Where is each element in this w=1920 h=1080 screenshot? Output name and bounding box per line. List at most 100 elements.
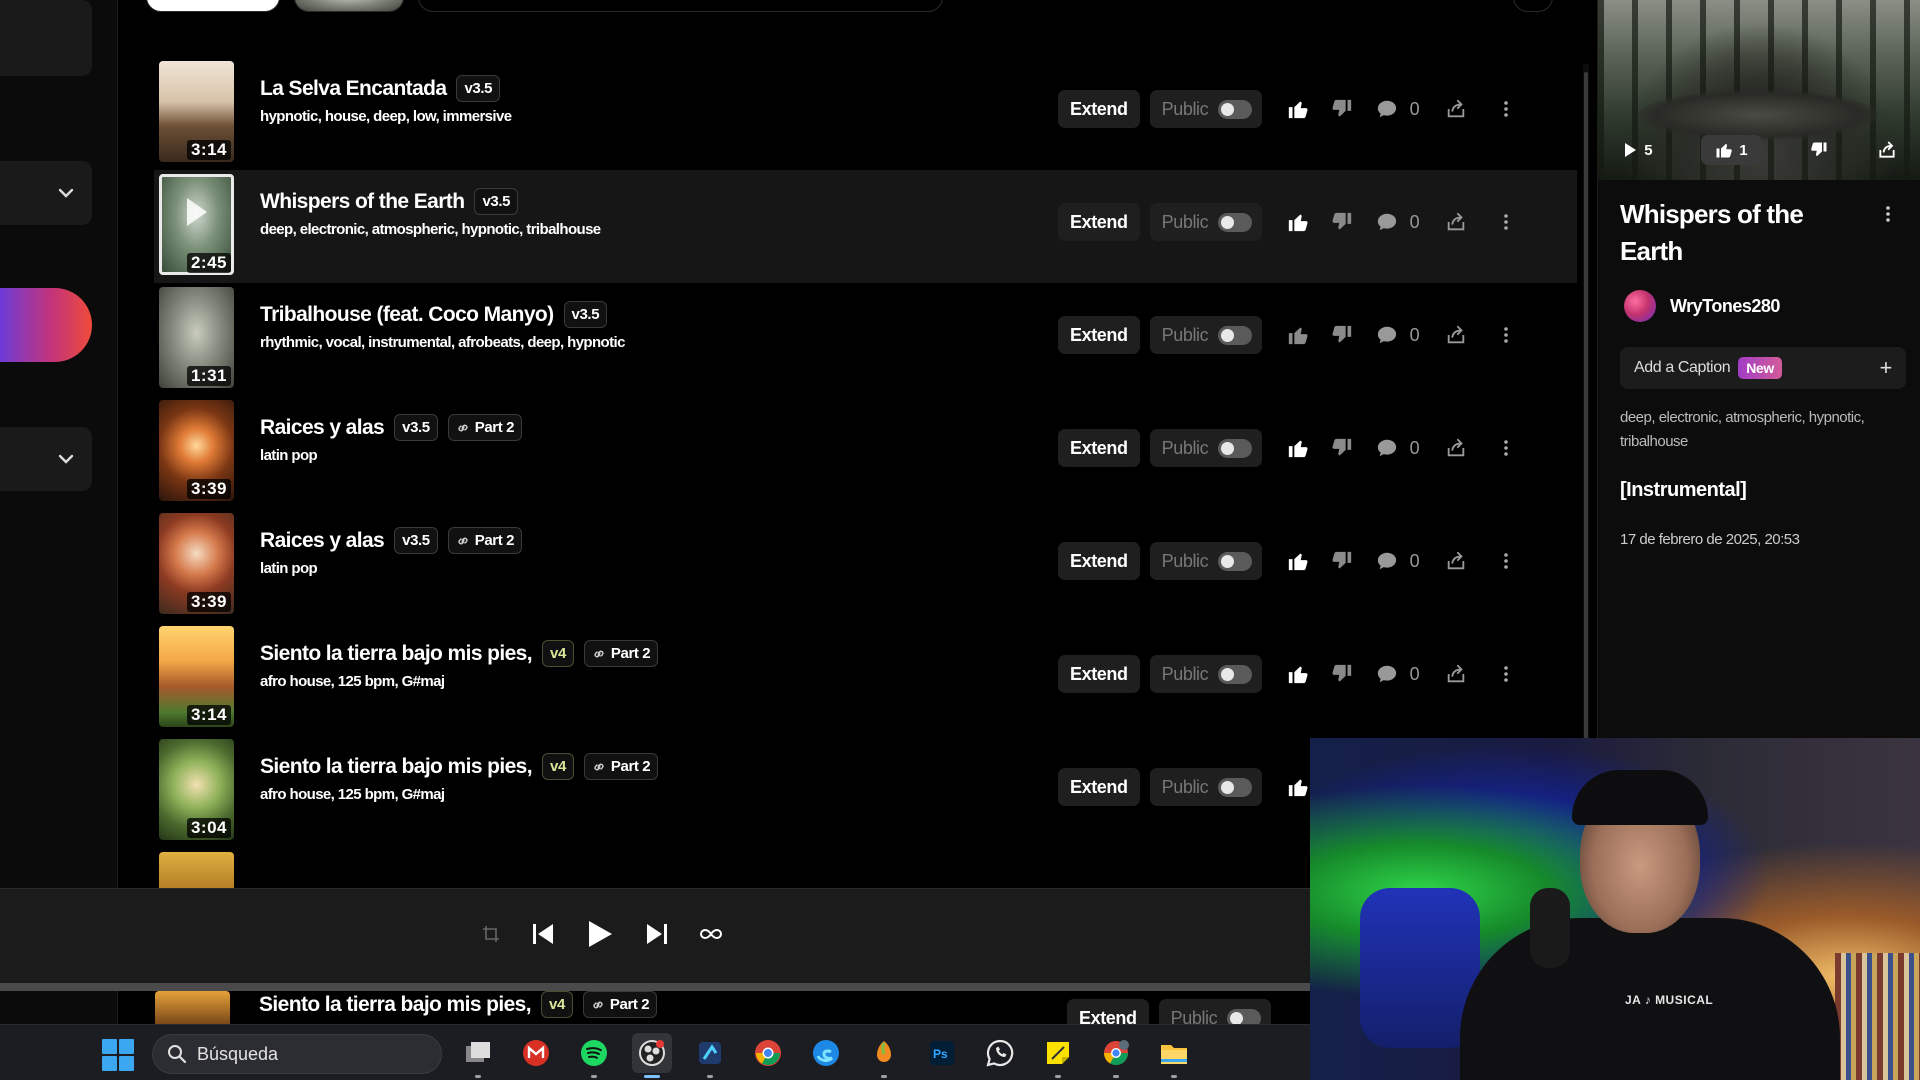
like-button[interactable]	[1276, 655, 1320, 693]
scrollbar-thumb[interactable]	[1584, 72, 1588, 772]
play-button[interactable]	[586, 919, 614, 949]
public-toggle[interactable]: Public	[1149, 768, 1262, 806]
taskbar-app-dev[interactable]	[690, 1033, 730, 1078]
taskbar-app-task-view[interactable]	[458, 1033, 498, 1078]
taskbar-app-whatsapp[interactable]	[980, 1033, 1020, 1073]
extend-button[interactable]: Extend	[1058, 542, 1140, 580]
taskbar-app-photoshop[interactable]: Ps	[922, 1033, 962, 1073]
sidebar-block-top[interactable]	[0, 0, 92, 76]
toggle-switch[interactable]	[1218, 777, 1253, 797]
toggle-switch[interactable]	[1218, 212, 1253, 232]
more-options-button[interactable]	[1484, 429, 1528, 467]
dislike-button[interactable]	[1320, 542, 1364, 580]
part-badge[interactable]: Part 2	[583, 753, 659, 780]
comments-button[interactable]: 0	[1376, 98, 1420, 120]
extend-button[interactable]: Extend	[1058, 203, 1140, 241]
song-row-peek[interactable]: Siento la tierra bajo mis pies, v4 Part …	[155, 991, 1315, 1024]
more-options-button[interactable]	[1484, 316, 1528, 354]
start-button[interactable]	[102, 1039, 134, 1071]
taskbar-app-chrome[interactable]	[748, 1033, 788, 1073]
like-button[interactable]	[1276, 203, 1320, 241]
extend-button[interactable]: Extend	[1058, 316, 1140, 354]
song-thumbnail[interactable]	[159, 852, 234, 888]
public-toggle[interactable]: Public	[1149, 655, 1262, 693]
dislike-button[interactable]	[1320, 429, 1364, 467]
part-badge[interactable]: Part 2	[582, 991, 658, 1018]
part-badge[interactable]: Part 2	[583, 640, 659, 667]
extend-button[interactable]: Extend	[1058, 429, 1140, 467]
toggle-switch[interactable]	[1218, 99, 1253, 119]
taskbar-app-sticky-notes[interactable]	[1038, 1033, 1078, 1078]
taskbar-app-edge[interactable]	[806, 1033, 846, 1073]
song-row[interactable]: 3:14 Siento la tierra bajo mis pies, v4 …	[154, 622, 1577, 735]
dislike-button[interactable]	[1320, 203, 1364, 241]
part-badge[interactable]: Part 2	[447, 527, 523, 554]
filter-search-field[interactable]	[418, 0, 943, 12]
taskbar-app-chrome-profile[interactable]	[1096, 1033, 1136, 1078]
song-row[interactable]: 1:31 Tribalhouse (feat. Coco Manyo) v3.5…	[154, 283, 1577, 396]
song-title[interactable]: Siento la tierra bajo mis pies,	[259, 993, 532, 1017]
filter-tab[interactable]	[294, 0, 404, 12]
toggle-switch[interactable]	[1218, 438, 1253, 458]
crop-button[interactable]	[482, 925, 500, 943]
song-title[interactable]: Raices y alas	[260, 529, 385, 553]
song-thumbnail[interactable]: 3:14	[159, 61, 234, 162]
taskbar-app-spotify[interactable]	[574, 1033, 614, 1078]
filter-tab-active[interactable]	[146, 0, 280, 12]
comments-button[interactable]: 0	[1376, 324, 1420, 346]
song-row[interactable]: 3:39 Raices y alas v3.5 Part 2 latin pop…	[154, 509, 1577, 622]
toggle-switch[interactable]	[1227, 1008, 1262, 1024]
song-title[interactable]: Siento la tierra bajo mis pies,	[260, 755, 533, 779]
song-title[interactable]: Raices y alas	[260, 416, 385, 440]
song-row-selected[interactable]: 2:45 Whispers of the Earth v3.5 deep, el…	[154, 170, 1577, 283]
playback-progress-bar[interactable]	[0, 983, 1310, 991]
loop-button[interactable]	[700, 927, 722, 941]
share-button[interactable]	[1434, 542, 1478, 580]
previous-button[interactable]	[530, 921, 556, 947]
toggle-switch[interactable]	[1218, 325, 1253, 345]
add-caption-button[interactable]: Add a Caption New +	[1620, 347, 1906, 389]
detail-more-button[interactable]	[1878, 204, 1898, 229]
dislike-button[interactable]	[1320, 316, 1364, 354]
song-row[interactable]: 3:39 Raices y alas v3.5 Part 2 latin pop…	[154, 396, 1577, 509]
username[interactable]: WryTones280	[1670, 296, 1780, 317]
extend-button[interactable]: Extend	[1058, 90, 1140, 128]
like-button[interactable]	[1276, 542, 1320, 580]
like-button[interactable]	[1276, 316, 1320, 354]
detail-user[interactable]: WryTones280	[1624, 290, 1780, 322]
song-thumbnail[interactable]: 3:04	[159, 739, 234, 840]
dislike-button[interactable]	[1320, 655, 1364, 693]
filter-options-button[interactable]	[1513, 0, 1553, 12]
share-button[interactable]	[1434, 429, 1478, 467]
song-thumbnail[interactable]: 1:31	[159, 287, 234, 388]
extend-button[interactable]: Extend	[1067, 999, 1149, 1024]
like-button[interactable]	[1276, 429, 1320, 467]
public-toggle[interactable]: Public	[1149, 90, 1262, 128]
taskbar-app-obs[interactable]	[632, 1033, 672, 1078]
taskbar-app-fl-studio[interactable]	[864, 1033, 904, 1078]
sidebar-dropdown-1[interactable]	[0, 161, 92, 225]
detail-dislike-button[interactable]	[1810, 141, 1828, 159]
comments-button[interactable]: 0	[1376, 211, 1420, 233]
song-row[interactable]: 3:14 La Selva Encantada v3.5 hypnotic, h…	[154, 57, 1577, 170]
public-toggle[interactable]: Public	[1149, 316, 1262, 354]
song-thumbnail[interactable]: 3:39	[159, 400, 234, 501]
extend-button[interactable]: Extend	[1058, 768, 1140, 806]
song-thumbnail[interactable]: 3:14	[159, 626, 234, 727]
taskbar-app-file-explorer[interactable]	[1154, 1033, 1194, 1078]
more-options-button[interactable]	[1484, 90, 1528, 128]
public-toggle[interactable]: Public	[1149, 429, 1262, 467]
taskbar-search[interactable]: Búsqueda	[152, 1034, 442, 1074]
toggle-switch[interactable]	[1218, 551, 1253, 571]
song-title[interactable]: Whispers of the Earth	[260, 190, 465, 214]
detail-share-button[interactable]	[1877, 140, 1897, 160]
more-options-button[interactable]	[1484, 203, 1528, 241]
share-button[interactable]	[1434, 655, 1478, 693]
share-button[interactable]	[1434, 316, 1478, 354]
song-title[interactable]: Siento la tierra bajo mis pies,	[260, 642, 533, 666]
comments-button[interactable]: 0	[1376, 550, 1420, 572]
public-toggle[interactable]: Public	[1158, 999, 1271, 1024]
like-button[interactable]	[1276, 90, 1320, 128]
next-button[interactable]	[644, 921, 670, 947]
taskbar-app-gmail[interactable]	[516, 1033, 556, 1073]
